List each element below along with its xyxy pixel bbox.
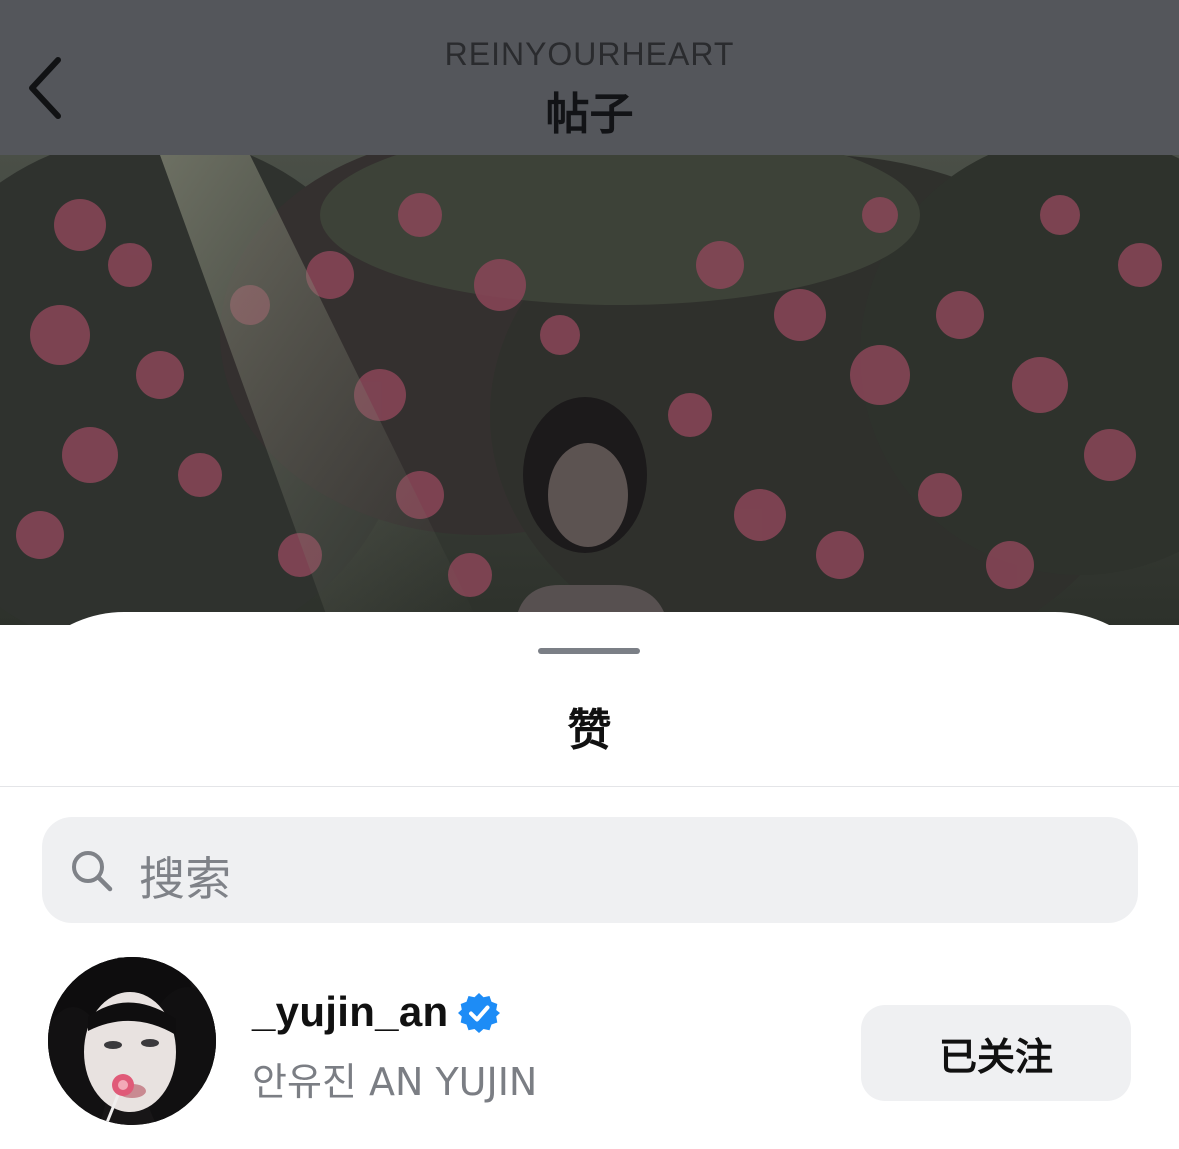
post-owner-username: REINYOURHEART [444,36,735,72]
sheet-title: 赞 [567,705,612,756]
top-nav-bar: REINYOURHEART 帖子 [0,0,1179,155]
avatar[interactable] [48,957,216,1125]
page-title: 帖子 [545,89,634,140]
post-photo [0,155,1179,625]
sheet-grabber[interactable] [538,648,640,654]
search-icon [72,851,113,892]
search-placeholder: 搜索 [139,852,231,906]
search-input[interactable]: 搜索 [42,817,1138,923]
divider [0,786,1179,787]
likes-sheet: 赞 搜索 _yujin_an 안유진 AN YUJIN 已关注 [0,612,1179,1149]
full-name: 안유진 AN YUJIN [252,1060,538,1104]
username: _yujin_an [252,988,449,1035]
username-link[interactable]: _yujin_an [252,988,501,1036]
verified-badge-icon [458,993,501,1033]
likes-screen: REINYOURHEART 帖子 赞 搜索 _yujin_an 안유진 AN Y… [0,0,1179,1149]
list-item[interactable]: _yujin_an 안유진 AN YUJIN 已关注 [0,952,1179,1132]
following-button[interactable]: 已关注 [861,1005,1131,1101]
